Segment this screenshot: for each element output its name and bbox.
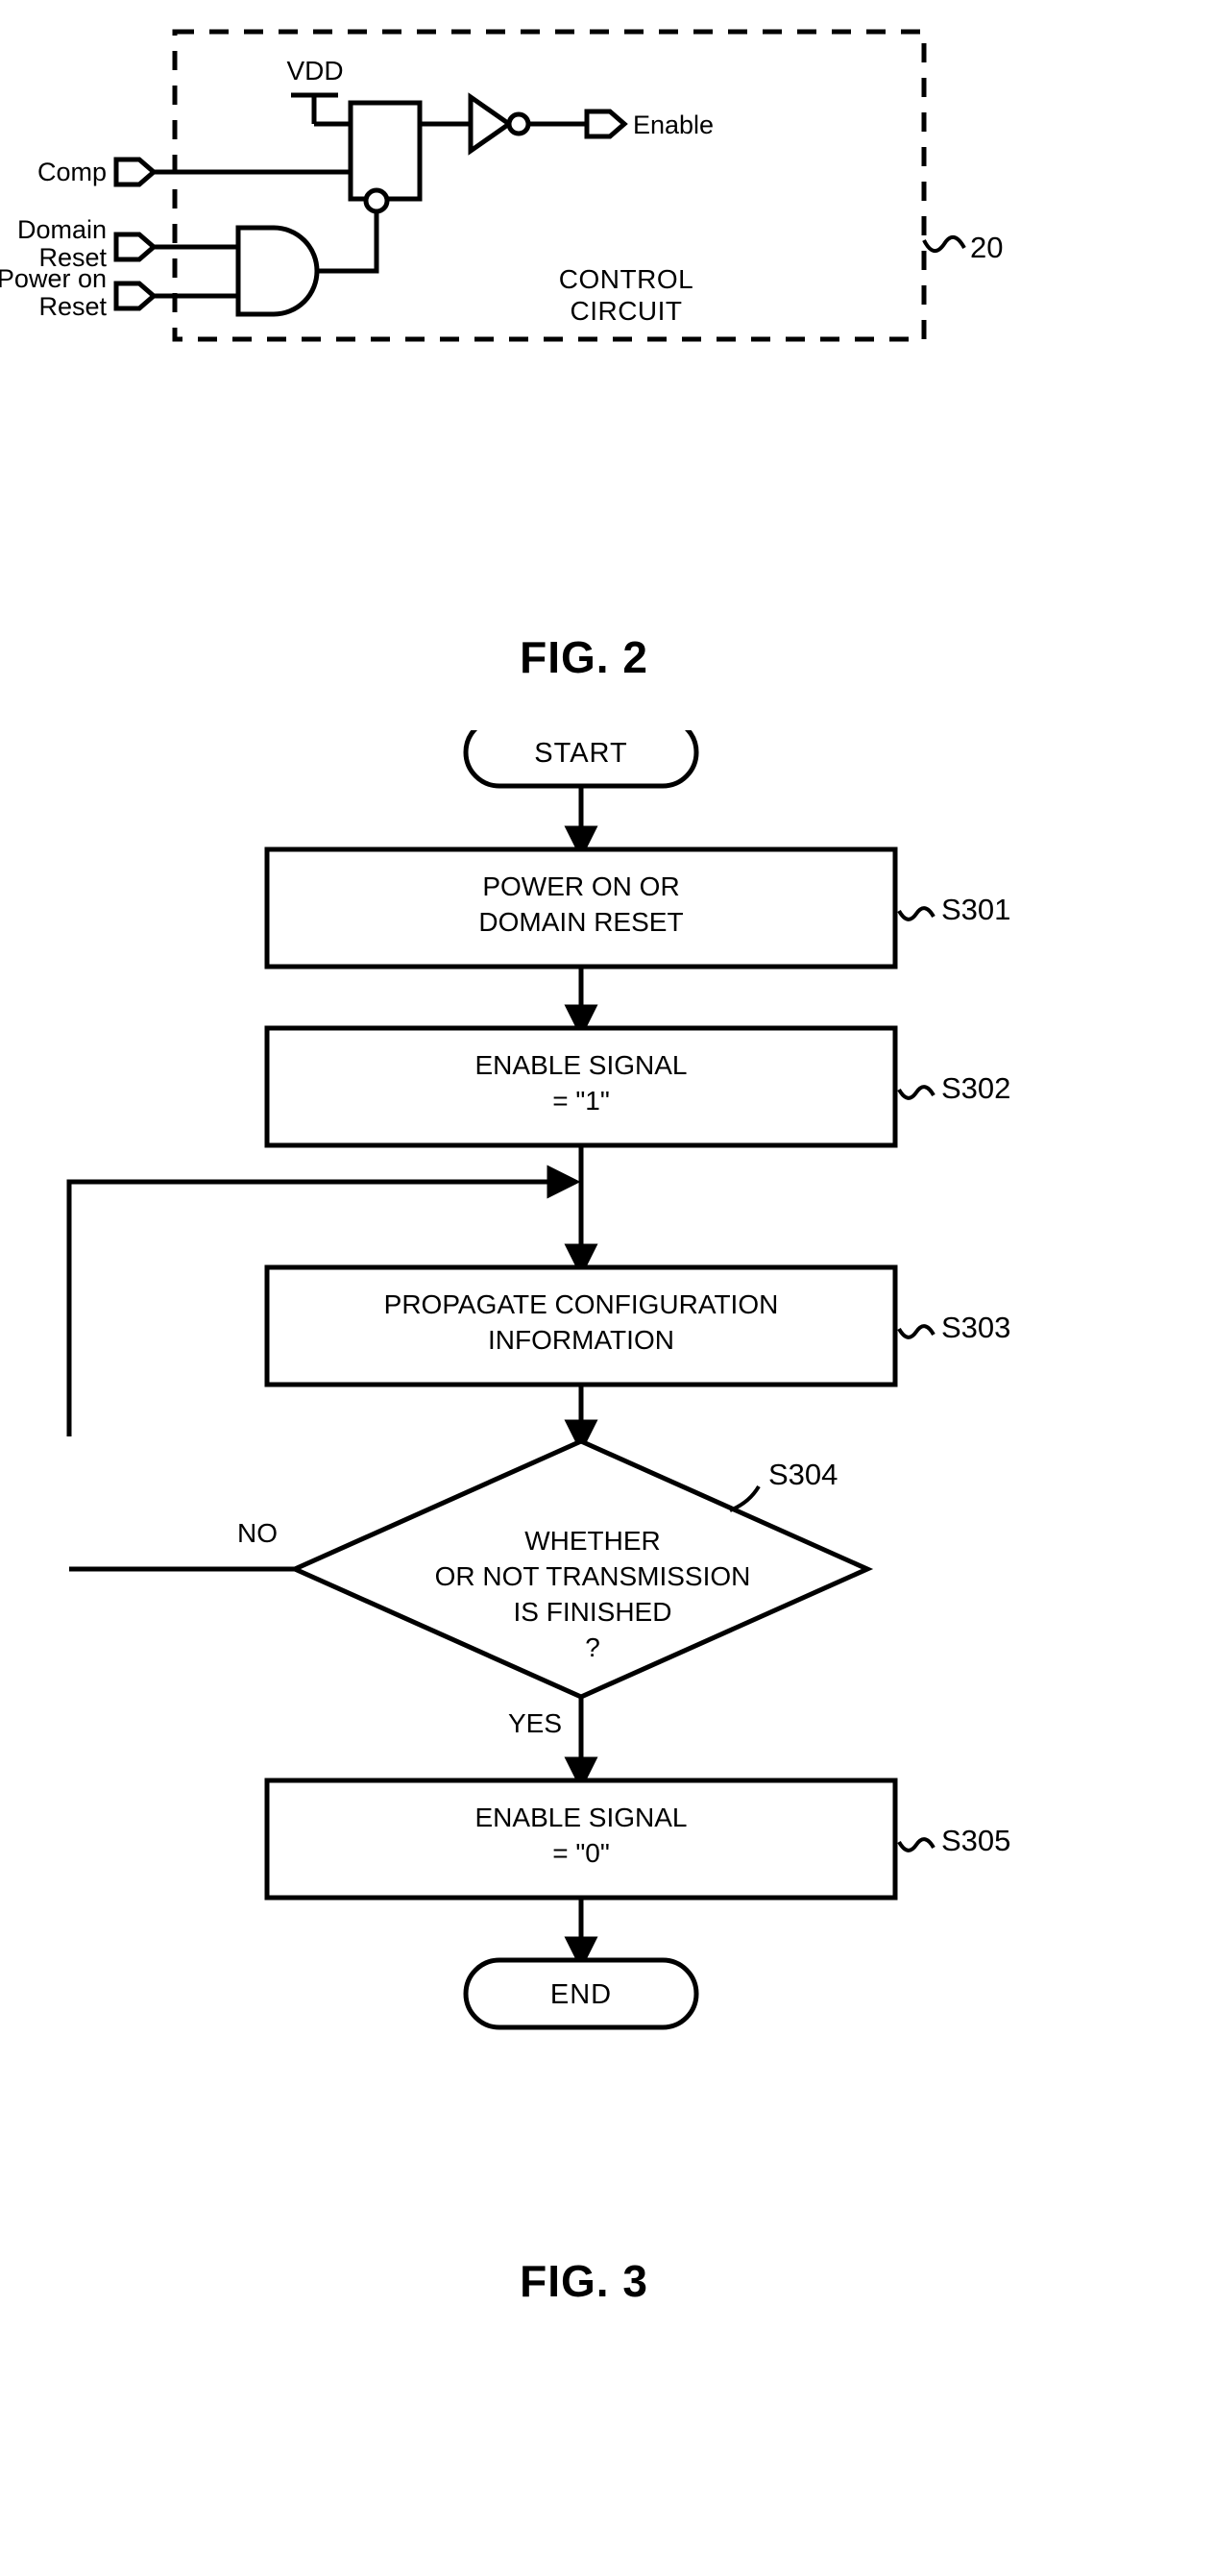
flow-node-s304-line2: OR NOT TRANSMISSION — [435, 1561, 751, 1591]
figure-2-control-circuit: VDD Comp Enable Domain Reset Power on Re… — [0, 29, 1003, 682]
flow-node-s303-line1: PROPAGATE CONFIGURATION — [384, 1289, 779, 1319]
latch-block — [348, 100, 423, 202]
step-label-s302: S302 — [941, 1071, 1010, 1105]
flow-node-start: START — [463, 730, 699, 789]
flow-node-power-on-or-domain-reset: POWER ON OR DOMAIN RESET — [264, 846, 898, 969]
flow-node-s301-line1: POWER ON OR — [482, 871, 679, 901]
patent-drawing-sheet: VDD Comp Enable Domain Reset Power on Re… — [0, 0, 1215, 2576]
flow-node-propagate-configuration-information: PROPAGATE CONFIGURATION INFORMATION — [264, 1264, 898, 1387]
flow-node-s305-line1: ENABLE SIGNAL — [475, 1803, 688, 1832]
flow-node-enable-signal-zero: ENABLE SIGNAL = "0" — [264, 1778, 898, 1901]
vdd-supply-symbol — [291, 92, 351, 127]
comp-label: Comp — [37, 158, 107, 186]
flow-node-start-label: START — [534, 738, 627, 769]
figure-2-caption: FIG. 2 — [520, 632, 648, 682]
power-on-reset-label-line1: Power on — [0, 264, 107, 293]
comp-input-pin — [113, 157, 158, 187]
control-circuit-label-line2: CIRCUIT — [570, 296, 682, 326]
step-s305-leader — [897, 1837, 936, 1852]
and-gate — [235, 225, 320, 317]
flow-node-s305-line2: = "0" — [552, 1838, 610, 1868]
figure-3-flowchart: START POWER ON OR DOMAIN RESET S301 ENAB… — [66, 730, 1010, 2306]
flow-node-s302-line1: ENABLE SIGNAL — [475, 1050, 688, 1080]
vdd-label: VDD — [286, 56, 343, 86]
branch-label-yes: YES — [508, 1708, 562, 1738]
flow-node-enable-signal-one: ENABLE SIGNAL = "1" — [264, 1025, 898, 1148]
flow-node-s304-line1: WHETHER — [524, 1526, 661, 1556]
step-s304-leader — [729, 1484, 761, 1512]
figure-3-caption: FIG. 3 — [520, 2256, 648, 2306]
flow-node-s304-line3: IS FINISHED — [514, 1597, 672, 1627]
inverter-gate — [468, 92, 531, 156]
power-on-reset-label-line2: Reset — [38, 292, 107, 321]
flow-node-s303-line2: INFORMATION — [488, 1325, 674, 1355]
power-on-reset-input-pin — [113, 281, 158, 311]
step-s301-leader — [897, 906, 936, 921]
step-label-s304: S304 — [768, 1458, 838, 1491]
enable-label: Enable — [633, 110, 714, 139]
reference-numeral-20: 20 — [970, 231, 1003, 264]
domain-reset-label-line1: Domain — [17, 215, 107, 244]
flow-node-s301-line2: DOMAIN RESET — [478, 907, 683, 937]
flow-node-s302-line2: = "1" — [552, 1086, 610, 1116]
step-label-s305: S305 — [941, 1824, 1010, 1857]
step-label-s303: S303 — [941, 1311, 1010, 1344]
control-circuit-label-line1: CONTROL — [559, 264, 693, 294]
flow-node-end: END — [463, 1957, 699, 2030]
step-s303-leader — [897, 1324, 936, 1339]
enable-output-pin — [584, 109, 628, 139]
domain-reset-input-pin — [113, 232, 158, 262]
latch-block-inverting-bubble — [363, 187, 390, 214]
and-gate-output-wire — [317, 211, 379, 274]
branch-label-no: NO — [237, 1518, 278, 1548]
reference-20-leader — [922, 235, 966, 253]
step-label-s301: S301 — [941, 893, 1010, 926]
flow-node-s304-line4: ? — [585, 1632, 600, 1662]
flow-node-end-label: END — [550, 1979, 612, 2010]
step-s302-leader — [897, 1085, 936, 1100]
